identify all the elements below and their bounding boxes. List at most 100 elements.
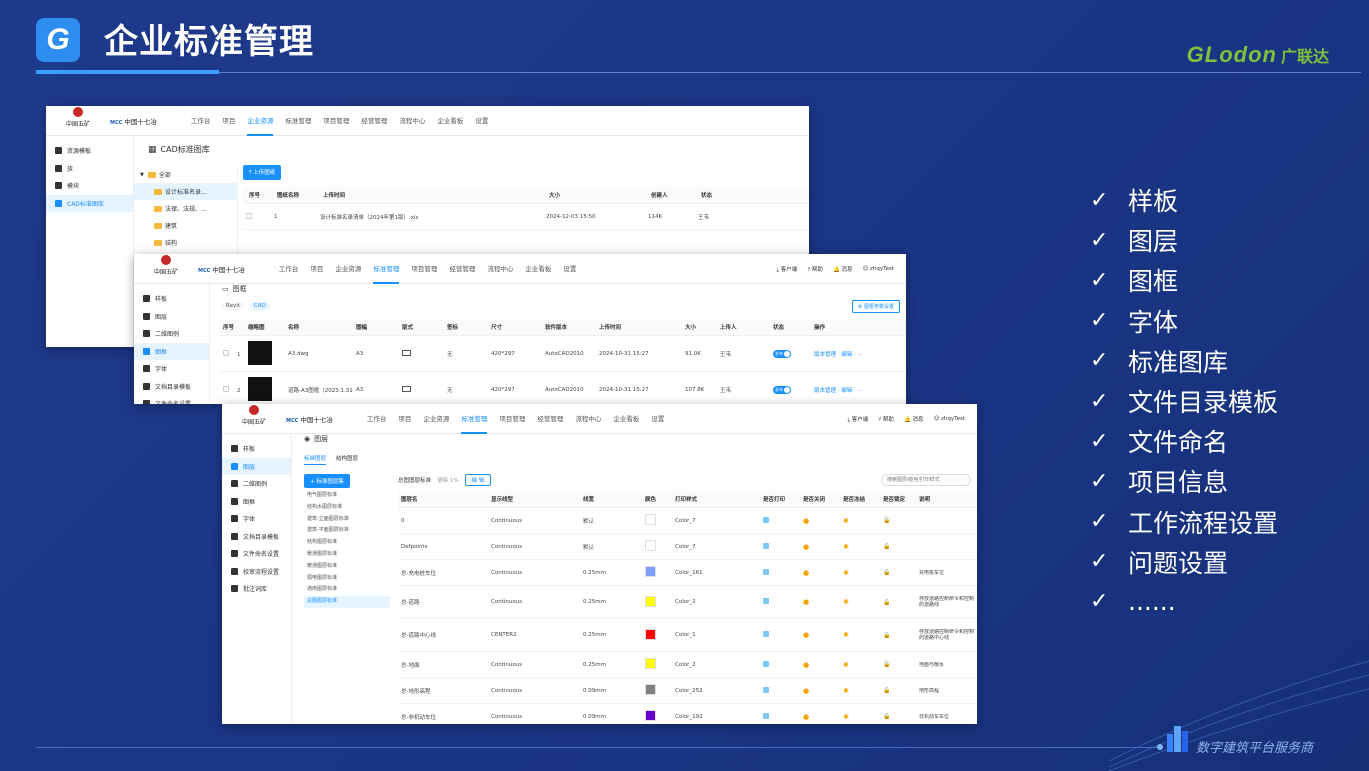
nav-item[interactable]: 项目	[398, 404, 411, 434]
tree-node[interactable]: 建筑	[134, 217, 237, 234]
nav-item[interactable]: 流程中心	[399, 106, 425, 136]
bulb-icon[interactable]: ●	[803, 713, 809, 721]
standard-list-item[interactable]: 总图图层标准	[304, 596, 390, 608]
help-link[interactable]: ? 帮助	[807, 265, 823, 273]
add-layer-set-button[interactable]: + 标准图层集	[304, 474, 350, 488]
user-menu[interactable]: ☺ zhqyTest	[863, 266, 894, 272]
unlock-icon[interactable]: 🔓	[883, 661, 890, 668]
nav-item[interactable]: 标准管理	[373, 254, 400, 284]
nav-item[interactable]: 企业资源	[247, 106, 274, 136]
sidebar-item[interactable]: 图框	[222, 493, 291, 511]
table-row[interactable]: 总-道路中心线 CENTER2 0.25mm Color_1 ● ✺ 🔓 存放道路控制命令和控…	[398, 619, 977, 652]
table-row[interactable]: 0 Continuous 默认 Color_7 ● ✺ 🔓	[398, 508, 977, 534]
nav-item[interactable]: 标准管理	[285, 106, 311, 136]
nav-item[interactable]: 企业看板	[613, 404, 639, 434]
nav-item[interactable]: 企业资源	[335, 254, 361, 284]
nav-item[interactable]: 项目管理	[323, 106, 349, 136]
nav-item[interactable]: 项目管理	[411, 254, 437, 284]
nav-item[interactable]: 经营管理	[537, 404, 563, 434]
table-row[interactable]: 总-地面 Continuous 0.25mm Color_2 ● ✺ 🔓 地面与散水	[398, 652, 977, 678]
unlock-icon[interactable]: 🔓	[883, 632, 890, 639]
sidebar-item[interactable]: 图层	[222, 457, 291, 475]
nav-item[interactable]: 项目	[222, 106, 235, 136]
bulb-icon[interactable]: ●	[803, 661, 809, 669]
standard-list-item[interactable]: 暖通图层标准	[304, 561, 390, 573]
standard-list-item[interactable]: 建筑-平面图层标准	[304, 525, 390, 537]
table-row[interactable]: 总-非机动车位 Continuous 0.09mm Color_192 ● ✺ 🔓 非机动车车…	[398, 704, 977, 724]
tab[interactable]: Revit	[222, 302, 244, 310]
row-actions[interactable]: 版本管理 · 编辑 · ···	[814, 388, 863, 394]
sun-icon[interactable]: ✺	[843, 598, 849, 606]
sun-icon[interactable]: ✺	[843, 713, 849, 721]
table-row[interactable]: 总-地形高程 Continuous 0.09mm Color_252 ● ✺ 🔓 地形高程	[398, 678, 977, 704]
row-actions[interactable]: 版本管理 · 编辑 · ···	[814, 352, 863, 358]
unlock-icon[interactable]: 🔓	[883, 599, 890, 606]
sidebar-item[interactable]: 字体	[222, 510, 291, 528]
tab[interactable]: 结构图层	[336, 454, 358, 465]
tab[interactable]: 标准图层	[304, 454, 327, 465]
nav-item[interactable]: 设置	[651, 404, 664, 434]
unlock-icon[interactable]: 🔓	[883, 687, 890, 694]
sidebar-item[interactable]: 族	[46, 160, 133, 178]
message-link[interactable]: 🔔 消息	[833, 265, 853, 273]
client-link[interactable]: ⤓ 客户端	[848, 415, 869, 424]
sidebar-item[interactable]: CAD标准图库	[46, 194, 133, 212]
upload-button[interactable]: ⤒ 上传图纸	[243, 165, 282, 180]
table-row[interactable]: 1 设计标准名录清单（2024年第1版）.xls 2024-12-03 15:50 1…	[243, 204, 809, 230]
bulb-icon[interactable]: ●	[803, 517, 809, 525]
sidebar-item[interactable]: 二维图例	[134, 325, 209, 343]
row-checkbox[interactable]	[246, 212, 252, 219]
bulb-icon[interactable]: ●	[803, 543, 809, 551]
nav-item[interactable]: 项目管理	[499, 404, 525, 434]
unlock-icon[interactable]: 🔓	[883, 713, 890, 720]
print-icon[interactable]	[763, 660, 769, 667]
standard-list-item[interactable]: 建筑-立面图层标准	[304, 514, 390, 526]
edit-button[interactable]: 编 辑	[464, 474, 492, 486]
print-icon[interactable]	[763, 516, 769, 523]
nav-item[interactable]: 经营管理	[449, 254, 475, 284]
tree-node[interactable]: ▼ 全部	[134, 166, 237, 183]
print-icon[interactable]	[763, 712, 769, 719]
sidebar-item[interactable]: 样板	[222, 440, 291, 458]
sidebar-item[interactable]: 样板	[134, 290, 209, 308]
user-menu[interactable]: ☺ zhqyTest	[934, 416, 965, 422]
print-icon[interactable]	[763, 686, 769, 693]
status-toggle[interactable]: 发布	[773, 349, 791, 358]
nav-item[interactable]: 设置	[475, 106, 488, 136]
nav-item[interactable]: 流程中心	[487, 254, 513, 284]
bulb-icon[interactable]: ●	[803, 569, 809, 577]
nav-item[interactable]: 工作台	[191, 106, 211, 136]
unlock-icon[interactable]: 🔓	[883, 517, 890, 524]
bulb-icon[interactable]: ●	[803, 631, 809, 639]
table-row[interactable]: 2 道路-A3图框（2023.1.31）.dwgA3 无 420*297 AutoCAD…	[220, 372, 906, 404]
sun-icon[interactable]: ✺	[843, 569, 849, 577]
sidebar-item[interactable]: 模块	[46, 177, 133, 195]
standard-list-item[interactable]: 弱电图层标准	[304, 573, 390, 585]
sidebar-item[interactable]: 图层	[134, 308, 209, 326]
nav-item[interactable]: 企业资源	[423, 404, 449, 434]
frame-settings-button[interactable]: ⚙ 图框参数设置	[851, 300, 900, 313]
help-link[interactable]: ? 帮助	[878, 415, 894, 423]
tab[interactable]: CAD	[249, 302, 270, 310]
sun-icon[interactable]: ✺	[843, 661, 849, 669]
table-row[interactable]: 1 A3.dwg A3 无 420*297 AutoCAD2010 2024-10-31 1…	[220, 336, 906, 372]
nav-item[interactable]: 工作台	[279, 254, 299, 284]
bulb-icon[interactable]: ●	[803, 687, 809, 695]
print-icon[interactable]	[763, 568, 769, 575]
status-toggle[interactable]: 发布	[773, 385, 791, 394]
standard-list-item[interactable]: 结构图层标准	[304, 537, 390, 549]
print-icon[interactable]	[763, 598, 769, 604]
sun-icon[interactable]: ✺	[843, 517, 849, 525]
sidebar-item[interactable]: 校审流程设置	[222, 563, 291, 581]
standard-list-item[interactable]: 结构水图层标准	[304, 502, 390, 514]
unlock-icon[interactable]: 🔓	[883, 543, 890, 550]
message-link[interactable]: 🔔 消息	[904, 415, 924, 423]
table-row[interactable]: 总-道路 Continuous 0.25mm Color_2 ● ✺ 🔓 存放道路控制命令和控…	[398, 586, 977, 619]
sun-icon[interactable]: ✺	[843, 543, 849, 551]
table-row[interactable]: 总-充电桩车位 Continuous 0.25mm Color_161 ● ✺ 🔓 充电桩车位	[398, 560, 977, 586]
sun-icon[interactable]: ✺	[843, 687, 849, 695]
unlock-icon[interactable]: 🔓	[883, 569, 890, 576]
nav-item[interactable]: 企业看板	[525, 254, 551, 284]
tree-node[interactable]: 法律、法规、...	[134, 200, 237, 217]
bulb-icon[interactable]: ●	[803, 598, 809, 606]
